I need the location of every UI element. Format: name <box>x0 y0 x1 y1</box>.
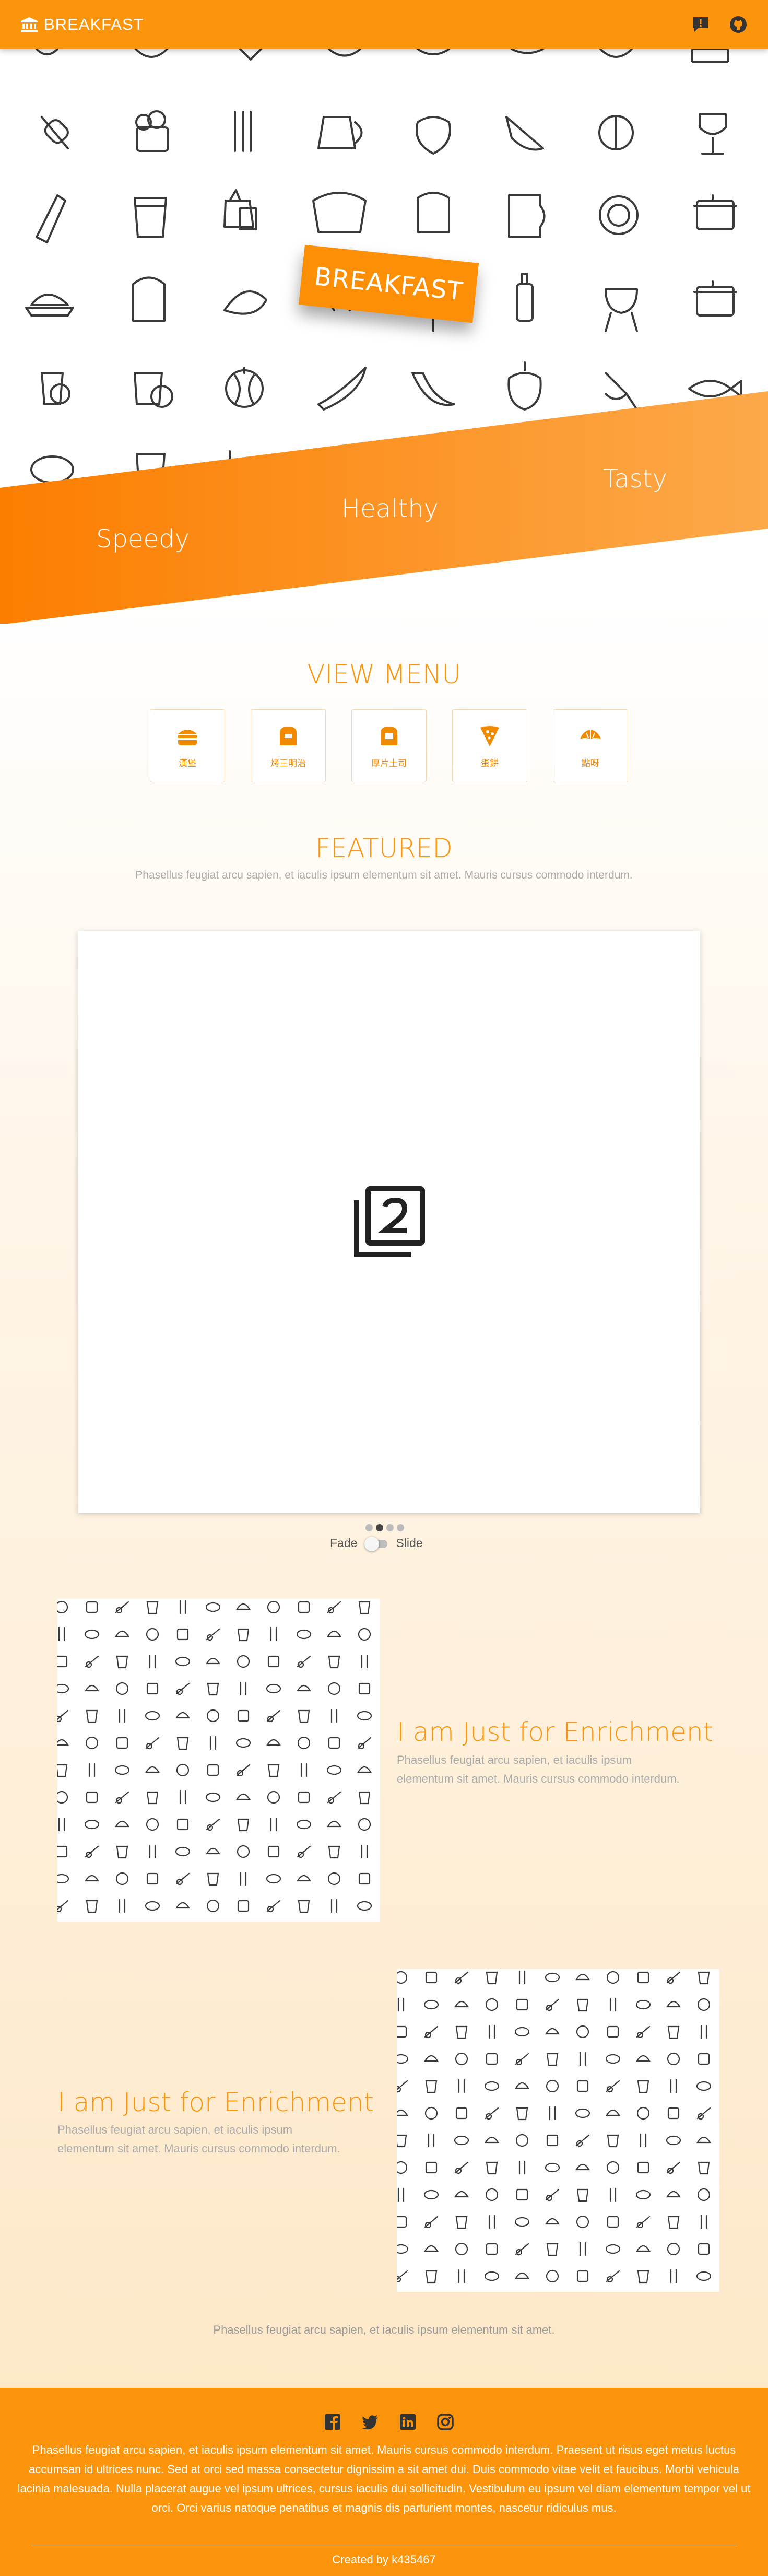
menu-card-label: 漢堡 <box>179 758 196 769</box>
croissant-icon <box>580 729 601 739</box>
burger-icon <box>178 729 197 745</box>
nav-actions <box>691 15 748 34</box>
enrichment-image-2 <box>397 1969 719 2292</box>
food-icon-pattern-small <box>57 1600 372 1913</box>
filter-2-icon <box>354 1186 425 1257</box>
social-links <box>324 2413 454 2431</box>
menu-card-label: 點呀 <box>582 758 599 769</box>
hero-section: BREAKFAST Speedy Healthy Tasty <box>0 49 768 624</box>
announcement-icon[interactable] <box>691 15 711 34</box>
linkedin-icon[interactable] <box>399 2413 417 2431</box>
carousel-dot-active[interactable] <box>376 1524 383 1531</box>
menu-card-label: 蛋餅 <box>481 758 499 769</box>
carousel-indicators <box>365 1524 404 1531</box>
menu-card-thick-toast[interactable]: 厚片土司 <box>351 709 427 782</box>
brand-title: BREAKFAST <box>44 15 144 33</box>
thick-toast-icon <box>381 726 397 745</box>
featured-carousel[interactable] <box>78 931 700 1513</box>
menu-card-burger[interactable]: 漢堡 <box>150 709 225 782</box>
view-menu-title: VIEW MENU <box>307 659 461 689</box>
fade-label: Fade <box>330 1536 358 1550</box>
enrichment-title-1: I am Just for Enrichment <box>397 1717 714 1747</box>
food-icon-pattern-small <box>397 1970 712 2284</box>
footer: Phasellus feugiat arcu sapien, et iaculi… <box>0 2388 768 2576</box>
twitter-icon[interactable] <box>361 2413 379 2431</box>
menu-card-egg-pancake[interactable]: 蛋餅 <box>452 709 527 782</box>
footer-text: Phasellus feugiat arcu sapien, et iaculi… <box>17 2443 751 2514</box>
navbar: BREAKFAST <box>0 0 768 49</box>
menu-card-label: 厚片土司 <box>371 758 407 769</box>
bank-icon <box>21 17 38 32</box>
enrichment-text-2: Phasellus feugiat arcu sapien, et iaculi… <box>57 2123 340 2155</box>
toast-icon <box>280 726 297 745</box>
carousel-dot[interactable] <box>397 1524 404 1531</box>
enrichment-text-1: Phasellus feugiat arcu sapien, et iaculi… <box>397 1753 680 1785</box>
bottom-note: Phasellus feugiat arcu sapien, et iaculi… <box>213 2323 555 2336</box>
pizza-slice-icon <box>480 725 499 746</box>
footer-credit: Created by k435467 <box>332 2553 436 2566</box>
featured-subtitle: Phasellus feugiat arcu sapien, et iaculi… <box>135 869 633 881</box>
instagram-icon[interactable] <box>436 2413 454 2431</box>
menu-card-snacks[interactable]: 點呀 <box>553 709 628 782</box>
menu-categories: 漢堡 烤三明治 厚片土司 蛋餅 點呀 <box>150 709 628 782</box>
tagline-tasty: Tasty <box>603 464 668 494</box>
facebook-icon[interactable] <box>324 2413 341 2431</box>
featured-title: FEATURED <box>315 833 453 863</box>
carousel-dot[interactable] <box>386 1524 394 1531</box>
transition-switch[interactable] <box>364 1536 388 1551</box>
enrichment-image-1 <box>57 1599 380 1922</box>
carousel-dot[interactable] <box>365 1524 373 1531</box>
menu-card-label: 烤三明治 <box>270 758 306 769</box>
slide-label: Slide <box>396 1536 423 1550</box>
menu-card-grilled-sandwich[interactable]: 烤三明治 <box>251 709 326 782</box>
brand-link[interactable]: BREAKFAST <box>20 15 144 34</box>
github-icon[interactable] <box>728 15 748 34</box>
tagline-healthy: Healthy <box>341 494 439 523</box>
enrichment-title-2: I am Just for Enrichment <box>57 2087 374 2117</box>
tagline-speedy: Speedy <box>96 524 190 554</box>
transition-toggle-row: Fade Slide <box>330 1536 423 1551</box>
